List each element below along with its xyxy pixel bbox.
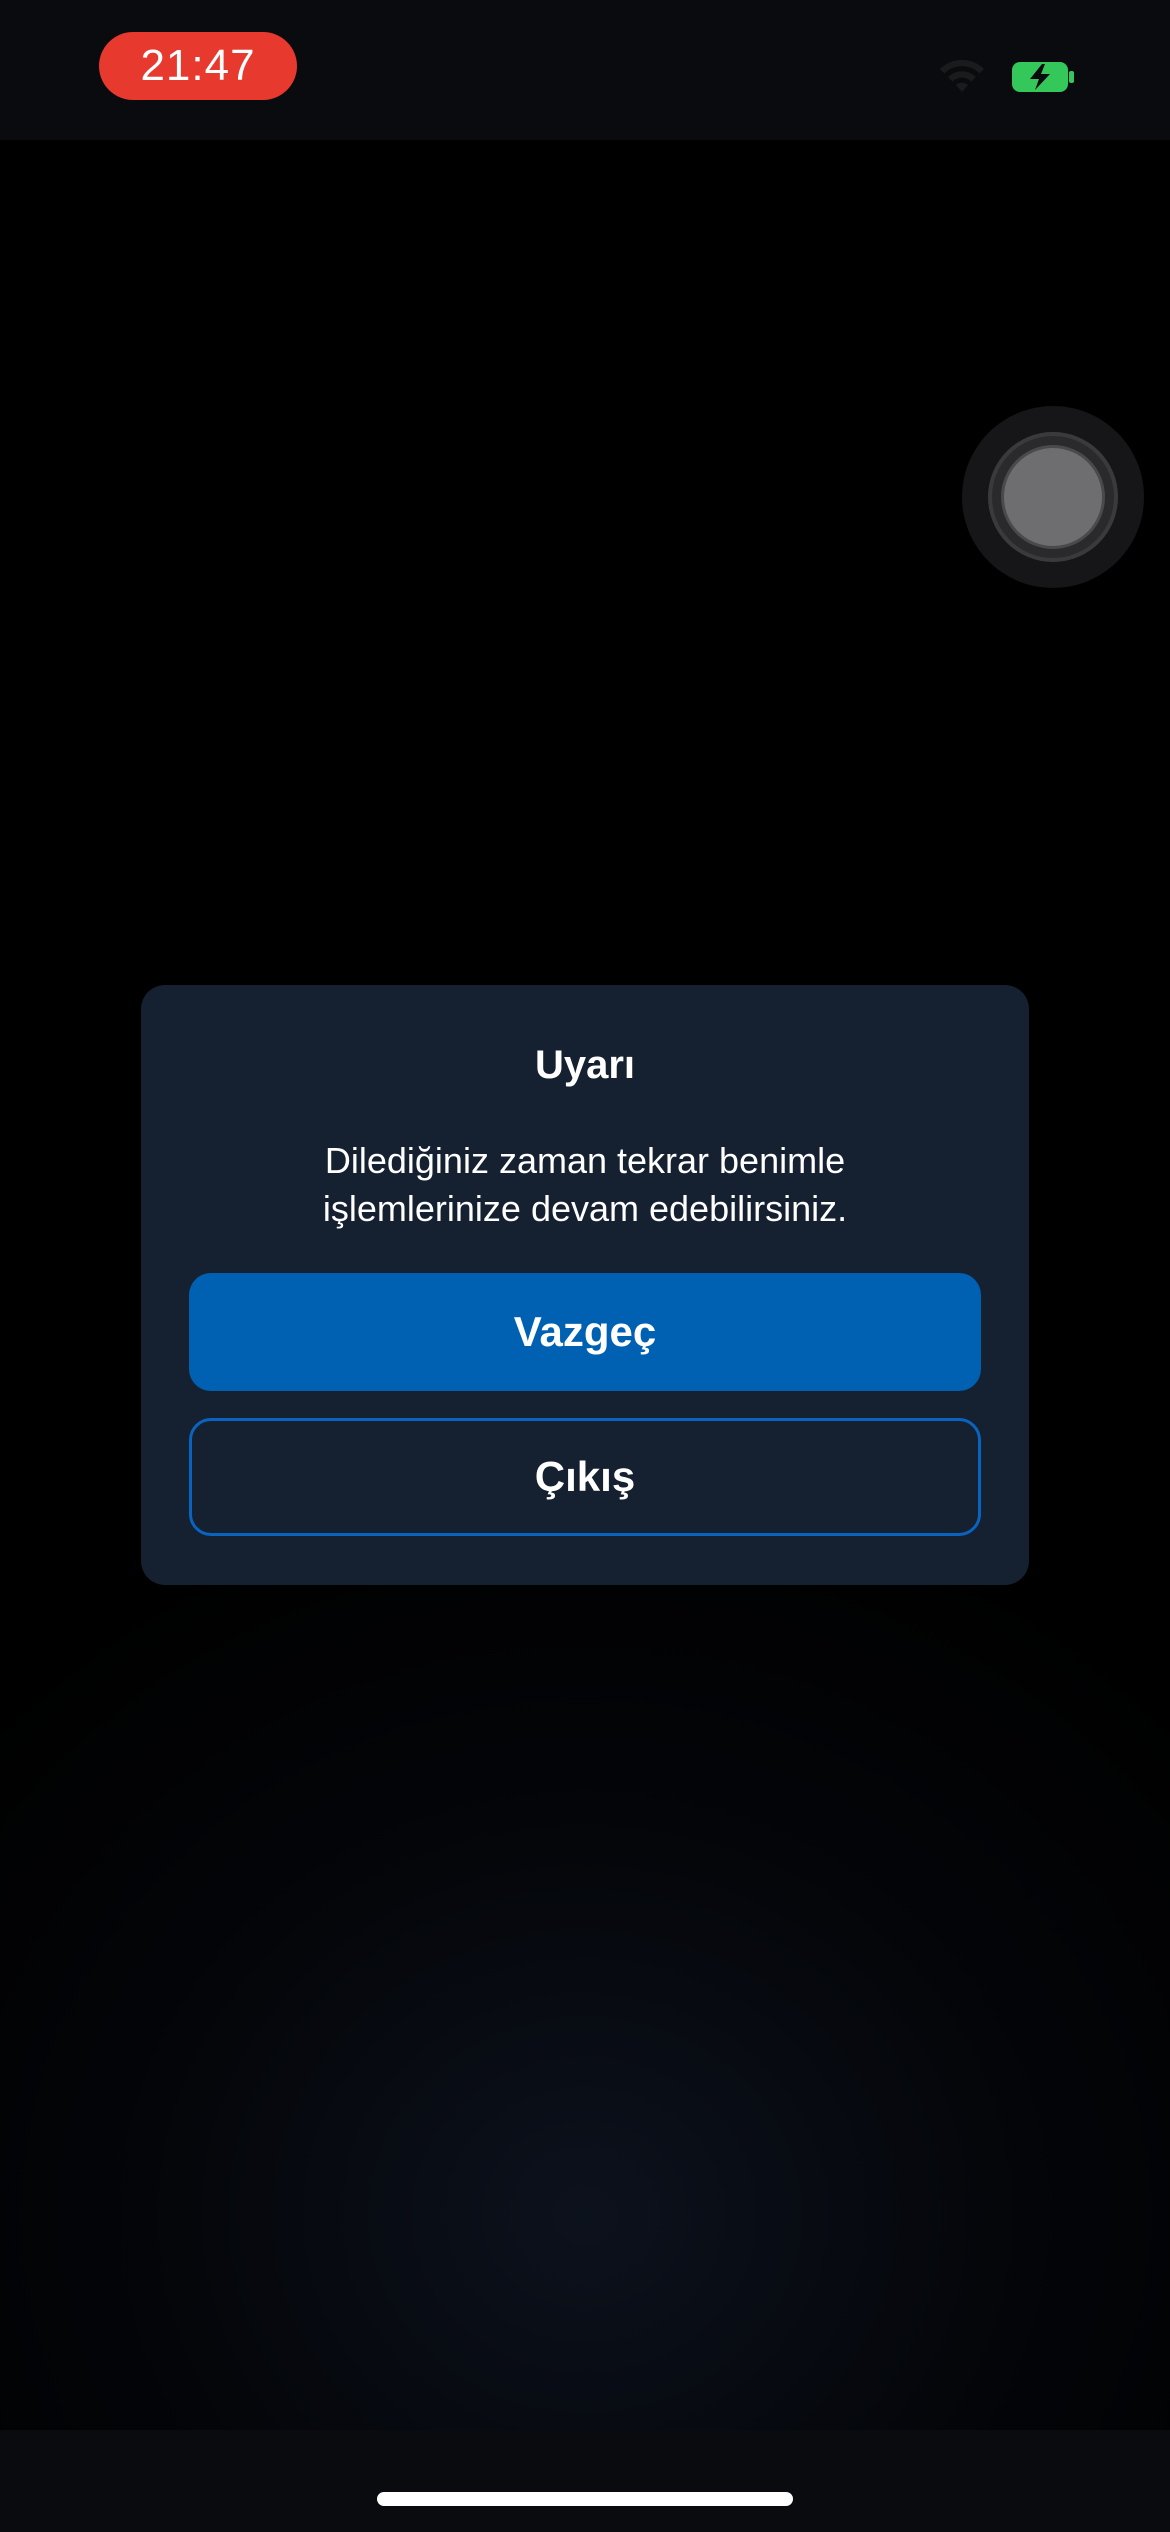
status-time[interactable]: 21:47 bbox=[99, 32, 297, 100]
exit-button[interactable]: Çıkış bbox=[189, 1418, 981, 1536]
dialog-message: Dilediğiniz zaman tekrar benimle işlemle… bbox=[181, 1137, 989, 1233]
cancel-button[interactable]: Vazgeç bbox=[189, 1273, 981, 1391]
screen: 21:47 Uyarı Dilediğiniz zaman tekrar ben… bbox=[0, 0, 1170, 2532]
dialog-message-line-1: Dilediğiniz zaman tekrar benimle bbox=[324, 1140, 846, 1181]
wifi-icon bbox=[940, 59, 984, 92]
background-glow bbox=[0, 1500, 1170, 2532]
alert-dialog: Uyarı Dilediğiniz zaman tekrar benimle i… bbox=[141, 985, 1029, 1585]
assistive-touch-ring bbox=[988, 432, 1118, 562]
bottom-bar bbox=[0, 2430, 1170, 2532]
battery-charging-icon bbox=[1012, 62, 1074, 92]
dialog-message-line-2: işlemlerinize devam edebilirsiniz. bbox=[322, 1188, 848, 1229]
assistive-touch-button[interactable] bbox=[962, 406, 1144, 588]
assistive-touch-icon bbox=[1004, 448, 1102, 546]
home-indicator[interactable] bbox=[377, 2492, 793, 2506]
dialog-title: Uyarı bbox=[534, 1043, 636, 1087]
status-bar: 21:47 bbox=[0, 0, 1170, 140]
